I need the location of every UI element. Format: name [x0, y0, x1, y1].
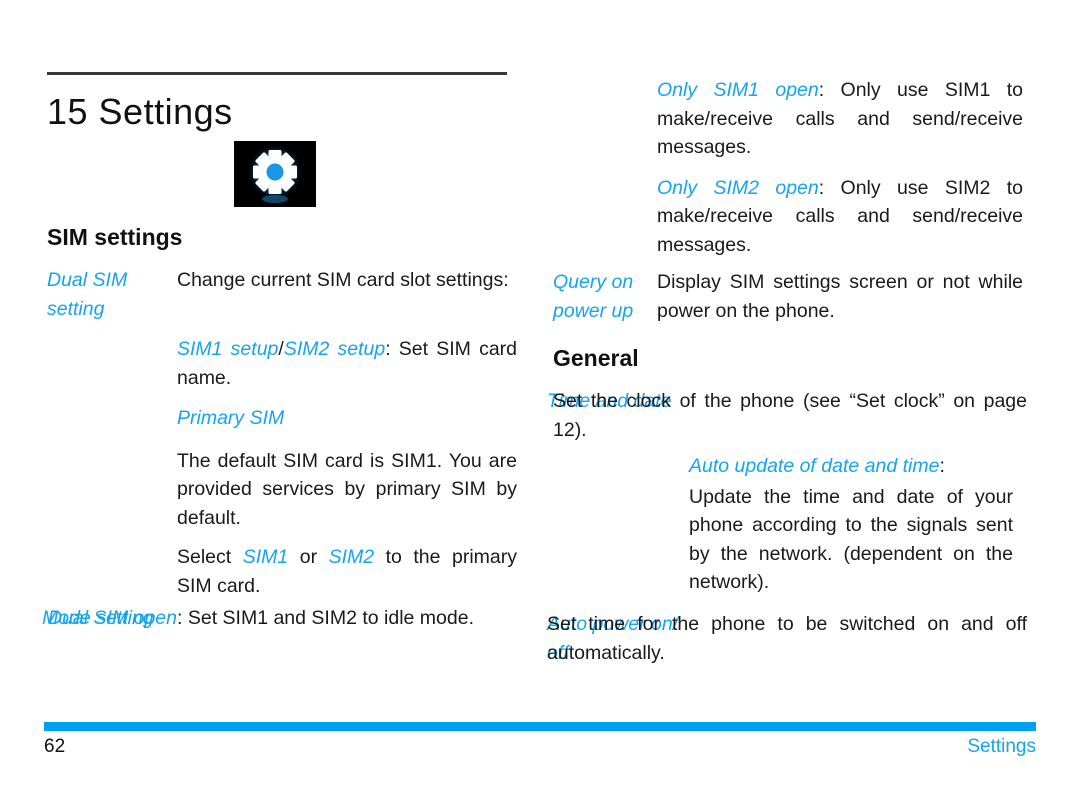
term-only-sim2-open: Only SIM2 open	[657, 176, 819, 199]
term-line-2: setting	[47, 297, 105, 320]
mode-desc: Set SIM1 and SIM2 to idle mode.	[187, 607, 474, 629]
auto-update-term-line: Auto update of date and time:	[689, 452, 1013, 481]
mode-setting-text: Dual SIM open: Set SIM1 and SIM2 to idle…	[48, 604, 522, 633]
definition-desc-mode-setting: Dual SIM open: Set SIM1 and SIM2 to idle…	[48, 604, 522, 633]
auto-update-desc: Update the time and date of your phone a…	[689, 485, 1013, 594]
sub-entry-sim-setup-text: SIM1 setup/SIM2 setup: Set SIM card name…	[177, 335, 517, 392]
term-sim2: SIM2	[328, 546, 375, 568]
primary-sim-paragraph-1: The default SIM card is SIM1. You are pr…	[177, 449, 517, 529]
term-dual-sim-open: Dual SIM open	[48, 607, 177, 629]
sub-entry-sim-setup: SIM1 setup/SIM2 setup: Set SIM card name…	[177, 335, 517, 392]
footer-section-label: Settings	[967, 736, 1036, 757]
entry-auto-update: Auto update of date and time: Update the…	[689, 452, 1013, 597]
definition-row-time-and-date: Time and date Set the clock of the phone…	[547, 387, 1027, 444]
definition-row-auto-power: Auto power on/ off Set time for the phon…	[547, 610, 1027, 667]
section-heading-sim-settings: SIM settings	[47, 224, 183, 250]
footer-page-number: 62	[44, 736, 66, 757]
desc-text: Set time for the phone to be switched on…	[547, 613, 1027, 664]
term-auto-update: Auto update of date and time	[689, 455, 940, 477]
term-line-2: power up	[553, 299, 634, 322]
definition-desc-dual-sim-setting: Change current SIM card slot settings:	[177, 266, 517, 295]
select-mid: or	[288, 546, 329, 568]
select-prefix: Select	[177, 546, 243, 568]
gear-icon	[234, 141, 316, 207]
definition-desc-time-and-date: Set the clock of the phone (see “Set clo…	[553, 387, 1027, 444]
definition-desc-query-on-power-up: Display SIM settings screen or not while…	[657, 268, 1023, 325]
definition-row-mode-setting: Mode setting Dual SIM open: Set SIM1 and…	[42, 604, 522, 633]
only-sim1-colon: :	[818, 79, 841, 101]
term-dual-sim-setting: Dual SIM setting	[47, 266, 177, 323]
definition-row-dual-sim-setting: Dual SIM setting Change current SIM card…	[47, 266, 517, 323]
page-title: 15 Settings	[47, 91, 233, 132]
footer-rule	[44, 722, 1036, 731]
gear-icon-glyph	[246, 145, 304, 203]
only-sim2-text: Only SIM2 open: Only use SIM2 to make/re…	[657, 174, 1023, 260]
term-line-1: Query on	[553, 271, 634, 293]
only-sim1-text: Only SIM1 open: Only use SIM1 to make/re…	[657, 76, 1023, 162]
term-only-sim1-open: Only SIM1 open	[657, 79, 819, 101]
only-sim2-colon: :	[818, 176, 841, 199]
definition-row-query-on-power-up: Query on power up Display SIM settings s…	[553, 268, 1023, 325]
sub-entry-primary-sim: Primary SIM The default SIM card is SIM1…	[177, 404, 517, 600]
definition-desc-auto-power: Set time for the phone to be switched on…	[547, 610, 1027, 667]
term-primary-sim: Primary SIM	[177, 407, 285, 429]
desc-text: Set the clock of the phone (see “Set clo…	[553, 390, 1027, 441]
term-sim2-setup: SIM2 setup	[283, 338, 386, 360]
desc-text: Display SIM settings screen or not while…	[657, 271, 1023, 322]
term-sim1: SIM1	[242, 546, 289, 568]
primary-sim-paragraph-2: Select SIM1 or SIM2 to the primary SIM c…	[177, 543, 517, 600]
term-sim1-setup: SIM1 setup	[177, 338, 279, 360]
mode-colon: :	[177, 607, 188, 629]
entry-only-sim1-open: Only SIM1 open: Only use SIM1 to make/re…	[657, 76, 1023, 162]
section-heading-general: General	[553, 345, 639, 371]
auto-update-colon: :	[939, 455, 945, 477]
desc-text: Change current SIM card slot settings:	[177, 269, 509, 291]
document-page: 15 Settings SIM settings Dual SIM settin…	[0, 0, 1080, 810]
term-colon: :	[385, 338, 399, 360]
term-line-1: Dual SIM	[47, 269, 128, 291]
entry-only-sim2-open: Only SIM2 open: Only use SIM2 to make/re…	[657, 174, 1023, 260]
term-query-on-power-up: Query on power up	[553, 268, 657, 325]
chapter-rule	[47, 72, 507, 75]
